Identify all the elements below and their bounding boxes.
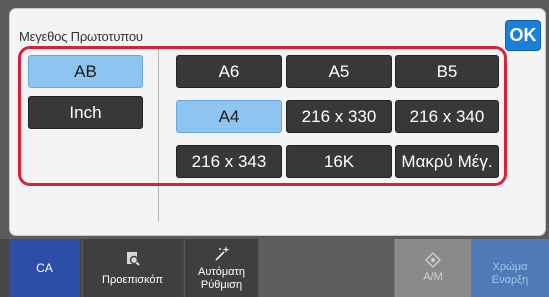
sparkle-wand-icon xyxy=(213,245,231,263)
color-label-line1: Χρώμα xyxy=(492,261,528,273)
bottom-spacer xyxy=(258,239,394,297)
selection-highlight xyxy=(18,46,507,186)
preview-button[interactable]: Προεπισκόπ xyxy=(82,239,182,297)
auto-label-line2: Ρύθμιση xyxy=(200,278,243,291)
ca-button[interactable]: CA xyxy=(9,239,80,297)
magnifier-icon xyxy=(124,250,142,268)
ok-button[interactable]: OK xyxy=(505,20,541,51)
bw-label: Α/Μ xyxy=(423,271,443,283)
color-label-line2: Εναρξη xyxy=(491,274,529,286)
ca-label: CA xyxy=(36,260,53,275)
start-icon xyxy=(425,252,441,268)
bottom-bar: CA Προεπισκόπ Αυτόματη Ρύθμιση Α/Μ Χρώμα… xyxy=(0,239,549,297)
page-title: Μεγεθος Πρωτοτυπου xyxy=(19,29,143,44)
bw-start-button[interactable]: Α/Μ xyxy=(394,239,471,297)
screen: Μεγεθος Πρωτοτυπου OK AB Inch A6 A5 B5 A… xyxy=(0,0,549,297)
color-start-button[interactable]: Χρώμα Εναρξη xyxy=(471,239,549,297)
auto-setting-button[interactable]: Αυτόματη Ρύθμιση xyxy=(184,239,258,297)
auto-label-line1: Αυτόματη xyxy=(198,265,245,278)
preview-label: Προεπισκόπ xyxy=(102,273,163,286)
